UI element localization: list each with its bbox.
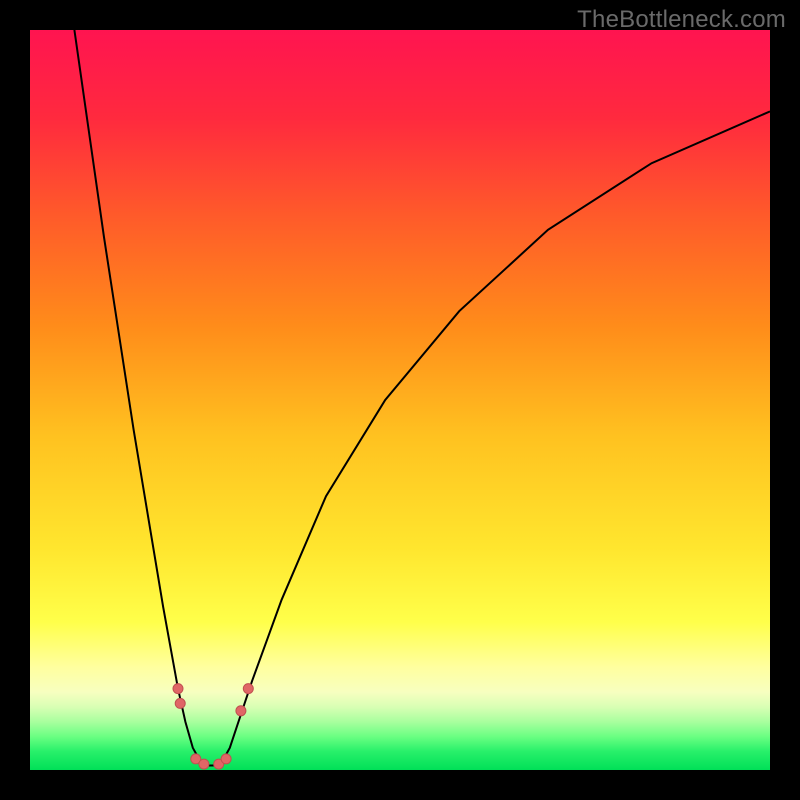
curve-marker — [175, 698, 185, 708]
curve-marker — [199, 759, 209, 769]
curve-marker — [236, 706, 246, 716]
curve-marker — [221, 754, 231, 764]
watermark-text: TheBottleneck.com — [577, 6, 786, 34]
plot-area — [30, 30, 770, 770]
chart-frame: TheBottleneck.com — [0, 0, 800, 800]
bottleneck-curve — [30, 30, 770, 770]
curve-marker — [173, 684, 183, 694]
curve-marker — [243, 684, 253, 694]
